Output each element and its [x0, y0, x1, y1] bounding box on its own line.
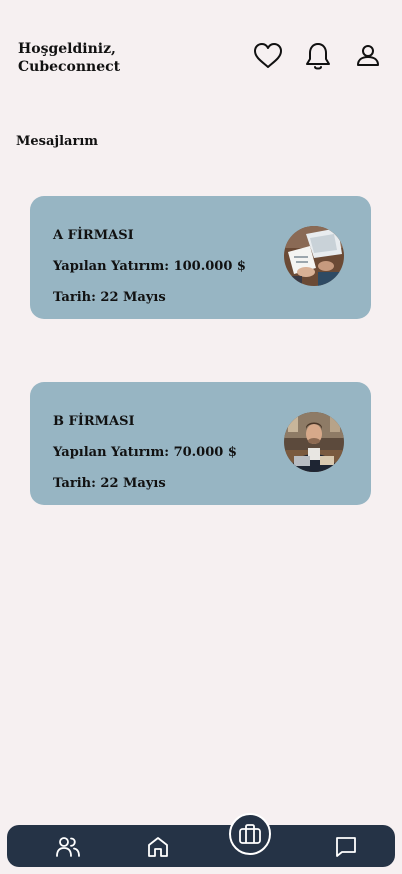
users-icon[interactable]	[55, 834, 81, 860]
section-title: Mesajlarım	[16, 134, 99, 149]
header-actions	[252, 40, 384, 72]
message-card[interactable]: B FİRMASI Yapılan Yatırım: 70.000 $ Tari…	[30, 382, 371, 505]
message-date: Tarih: 22 Mayıs	[53, 476, 166, 491]
user-icon[interactable]	[352, 40, 384, 72]
header: Hoşgeldiniz, Cubeconnect	[18, 40, 384, 80]
heart-icon[interactable]	[252, 40, 284, 72]
bottom-nav	[7, 813, 395, 867]
investment-amount: Yapılan Yatırım: 100.000 $	[53, 259, 246, 274]
briefcase-icon[interactable]	[229, 813, 271, 855]
greeting-line-2: Cubeconnect	[18, 59, 121, 75]
company-name: B FİRMASI	[53, 414, 135, 429]
investment-amount: Yapılan Yatırım: 70.000 $	[53, 445, 237, 460]
message-card-text: B FİRMASI Yapılan Yatırım: 70.000 $ Tari…	[53, 406, 237, 499]
company-avatar	[284, 226, 344, 286]
company-avatar	[284, 412, 344, 472]
bell-icon[interactable]	[302, 40, 334, 72]
message-card-text: A FİRMASI Yapılan Yatırım: 100.000 $ Tar…	[53, 220, 246, 313]
message-card[interactable]: A FİRMASI Yapılan Yatırım: 100.000 $ Tar…	[30, 196, 371, 319]
chat-icon[interactable]	[333, 834, 359, 860]
message-date: Tarih: 22 Mayıs	[53, 290, 166, 305]
home-icon[interactable]	[145, 834, 171, 860]
greeting-line-1: Hoşgeldiniz,	[18, 41, 116, 57]
greeting: Hoşgeldiniz, Cubeconnect	[18, 40, 178, 76]
company-name: A FİRMASI	[53, 228, 134, 243]
